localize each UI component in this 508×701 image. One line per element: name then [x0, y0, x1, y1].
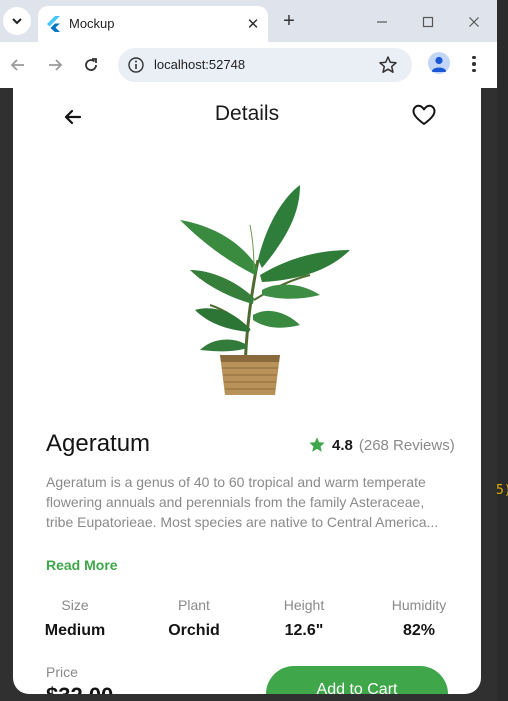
spec-label: Size: [61, 597, 89, 613]
favorite-button[interactable]: [411, 102, 437, 128]
profile-button[interactable]: [428, 52, 450, 74]
spec-label: Height: [283, 597, 325, 613]
minimize-button[interactable]: [370, 10, 394, 34]
rating-value: 4.8: [332, 436, 353, 454]
plant-description: Ageratum is a genus of 40 to 60 tropical…: [46, 474, 439, 530]
site-info-icon[interactable]: [127, 56, 145, 74]
maximize-button[interactable]: [416, 10, 440, 34]
forward-button[interactable]: [43, 53, 67, 77]
close-window-button[interactable]: [462, 10, 486, 34]
flutter-icon: [47, 16, 60, 32]
reload-icon: [85, 58, 97, 71]
background-glyph: 5): [496, 483, 508, 498]
chevron-down-icon: [12, 18, 22, 25]
url-text[interactable]: localhost:52748: [154, 57, 245, 72]
browser-tab[interactable]: Mockup ✕: [38, 6, 268, 42]
spec-height: Height 12.6": [254, 597, 354, 640]
details-card: Details Ageratum 4.8 (268 Reviews) Agera…: [13, 88, 481, 694]
spec-humidity: Humidity 82%: [369, 597, 469, 640]
minimize-icon: [377, 21, 387, 23]
profile-icon: [431, 56, 447, 72]
spec-value: 82%: [402, 622, 436, 639]
spec-label: Humidity: [391, 597, 447, 613]
forward-arrow-icon: [49, 59, 63, 71]
browser-toolbar: localhost:52748: [0, 42, 497, 88]
plant-image: [180, 185, 350, 395]
star-icon: [309, 437, 325, 452]
back-button[interactable]: [6, 53, 30, 77]
close-icon: [469, 17, 479, 27]
close-tab-button[interactable]: ✕: [243, 14, 263, 34]
tab-title: Mockup: [69, 16, 115, 31]
add-to-cart-button[interactable]: Add to Cart: [266, 666, 448, 694]
rating: 4.8 (268 Reviews): [308, 436, 455, 454]
tab-search-button[interactable]: [3, 7, 31, 35]
heart-icon: [412, 104, 436, 125]
read-more-link[interactable]: Read More: [46, 557, 118, 573]
tab-strip: Mockup ✕ +: [0, 0, 497, 42]
back-arrow-icon: [10, 59, 24, 71]
menu-icon[interactable]: [466, 52, 482, 76]
address-bar[interactable]: localhost:52748: [118, 48, 412, 82]
plant-name: Ageratum: [46, 430, 151, 457]
spec-size: Size Medium: [25, 597, 125, 640]
close-icon: ✕: [246, 16, 260, 33]
new-tab-button[interactable]: +: [279, 11, 299, 31]
review-count: (268 Reviews): [358, 436, 455, 454]
spec-value: Orchid: [168, 622, 220, 639]
price-label: Price: [46, 664, 78, 680]
spec-value: 12.6": [284, 622, 324, 639]
bookmark-star-icon[interactable]: [378, 55, 398, 75]
maximize-icon: [422, 16, 434, 28]
spec-plant: Plant Orchid: [144, 597, 244, 640]
spec-label: Plant: [178, 597, 210, 613]
reload-button[interactable]: [79, 53, 103, 77]
price-value: $32.00: [46, 683, 113, 694]
window-edge: [497, 0, 508, 701]
spec-value: Medium: [44, 622, 106, 639]
